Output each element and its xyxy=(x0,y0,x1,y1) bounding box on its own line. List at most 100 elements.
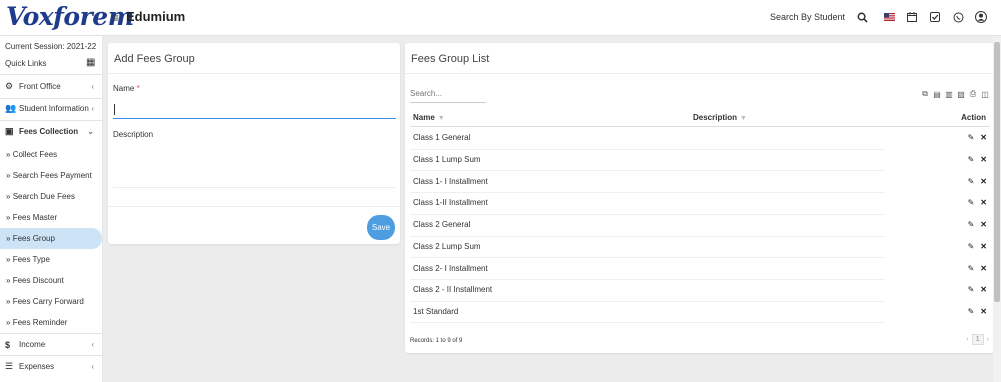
row-name: Class 1 Lump Sum xyxy=(413,155,481,165)
row-actions: ✎ ✕ xyxy=(968,198,987,207)
fees-icon: ▣ xyxy=(5,126,14,136)
add-fees-group-panel: Add Fees Group Name * Description Save xyxy=(108,43,400,244)
student-icon: 👥 xyxy=(5,103,17,113)
chevron-left-icon: ‹ xyxy=(91,340,94,349)
page-scrollbar[interactable] xyxy=(993,36,1001,382)
top-bar: Voxforem ≡ Edumium Search By Student Nam… xyxy=(0,0,1001,36)
delete-icon[interactable]: ✕ xyxy=(980,133,987,142)
column-header-action: Action xyxy=(961,113,986,122)
edit-icon[interactable]: ✎ xyxy=(968,264,975,273)
edit-icon[interactable]: ✎ xyxy=(968,155,975,164)
sidebar-item-fees-collection[interactable]: ▣ Fees Collection ⌄ xyxy=(0,121,102,142)
pdf-icon[interactable]: ▧ xyxy=(957,89,965,99)
app-name: Edumium xyxy=(126,9,186,24)
grid-icon[interactable]: ▦ xyxy=(86,57,95,68)
delete-icon[interactable]: ✕ xyxy=(980,285,987,294)
sidebar-item-income[interactable]: $ Income ‹ xyxy=(0,334,102,355)
sidebar-item-label: Fees Type xyxy=(12,255,50,264)
sidebar-item-label: Income xyxy=(19,340,46,349)
sidebar-item-front-office[interactable]: ⚙ Front Office ‹ xyxy=(0,76,102,97)
chevron-down-icon: ⌄ xyxy=(87,127,94,136)
edit-icon[interactable]: ✎ xyxy=(968,307,975,316)
print-icon[interactable]: ⎙ xyxy=(969,89,977,99)
sidebar-item-label: Collect Fees xyxy=(12,150,58,159)
chevron-left-icon: ‹ xyxy=(91,104,94,113)
excel-icon[interactable]: ▤ xyxy=(933,89,941,99)
double-chevron-icon: » xyxy=(6,276,11,285)
double-chevron-icon: » xyxy=(6,255,11,264)
sidebar-item-collect-fees[interactable]: » Collect Fees xyxy=(0,144,102,165)
flag-icon[interactable] xyxy=(881,9,897,25)
records-count: Records: 1 to 9 of 9 xyxy=(410,338,463,344)
sidebar-item-label: Fees Group xyxy=(12,234,55,243)
user-avatar-icon[interactable] xyxy=(973,9,989,25)
sidebar-item-fees-type[interactable]: » Fees Type xyxy=(0,249,102,270)
sidebar-item-student-information[interactable]: 👥 Student Information ‹ xyxy=(0,98,102,119)
whatsapp-icon[interactable] xyxy=(950,9,966,25)
edit-icon[interactable]: ✎ xyxy=(968,198,975,207)
sidebar-item-search-due-fees[interactable]: » Search Due Fees xyxy=(0,186,102,207)
description-label: Description xyxy=(113,130,154,139)
pagination: ‹ 1 › xyxy=(966,334,989,345)
sidebar-item-fees-reminder[interactable]: » Fees Reminder xyxy=(0,312,102,333)
menu-toggle-icon[interactable]: ≡ xyxy=(112,11,119,25)
sidebar-item-fees-carry-forward[interactable]: » Fees Carry Forward xyxy=(0,291,102,312)
sidebar-item-label: Fees Carry Forward xyxy=(12,297,84,306)
name-field[interactable] xyxy=(113,101,396,119)
sidebar-item-expenses[interactable]: ☰ Expenses ‹ xyxy=(0,356,102,377)
double-chevron-icon: » xyxy=(6,192,11,201)
sidebar-item-search-fees-payment[interactable]: » Search Fees Payment xyxy=(0,165,102,186)
chevron-left-icon: ‹ xyxy=(91,82,94,91)
row-name: Class 2 Lump Sum xyxy=(413,241,481,251)
delete-icon[interactable]: ✕ xyxy=(980,177,987,186)
description-field[interactable] xyxy=(113,187,395,188)
row-name: Class 1- I Installment xyxy=(413,176,488,186)
double-chevron-icon: » xyxy=(6,171,11,180)
delete-icon[interactable]: ✕ xyxy=(980,264,987,273)
divider xyxy=(0,74,102,75)
search-icon[interactable] xyxy=(854,9,870,25)
next-page-button[interactable]: › xyxy=(987,336,989,343)
edit-icon[interactable]: ✎ xyxy=(968,220,975,229)
column-header-name[interactable]: Name ▼ xyxy=(413,113,445,122)
double-chevron-icon: » xyxy=(6,297,11,306)
search-input[interactable] xyxy=(410,85,486,98)
save-button[interactable]: Save xyxy=(367,215,395,240)
delete-icon[interactable]: ✕ xyxy=(980,307,987,316)
export-toolbar: ⧉ ▤ ▥ ▧ ⎙ ◫ xyxy=(921,89,989,99)
sidebar-item-fees-group[interactable]: » Fees Group xyxy=(0,228,102,249)
sidebar-item-label: Search Due Fees xyxy=(12,192,75,201)
delete-icon[interactable]: ✕ xyxy=(980,242,987,251)
edit-icon[interactable]: ✎ xyxy=(968,133,975,142)
delete-icon[interactable]: ✕ xyxy=(980,198,987,207)
sidebar-item-fees-discount[interactable]: » Fees Discount xyxy=(0,270,102,291)
csv-icon[interactable]: ▥ xyxy=(945,89,953,99)
list-search[interactable] xyxy=(410,85,486,103)
delete-icon[interactable]: ✕ xyxy=(980,220,987,229)
table-row: Class 2 General ✎ ✕ xyxy=(410,214,990,236)
edit-icon[interactable]: ✎ xyxy=(968,285,975,294)
prev-page-button[interactable]: ‹ xyxy=(966,336,968,343)
double-chevron-icon: » xyxy=(6,150,11,159)
row-divider xyxy=(410,322,885,324)
scrollbar-thumb[interactable] xyxy=(994,42,1000,302)
quick-links-label[interactable]: Quick Links xyxy=(5,59,46,68)
sidebar-item-label: Search Fees Payment xyxy=(12,171,92,180)
student-search-input[interactable]: Search By Student Name xyxy=(770,12,848,22)
page-number-button[interactable]: 1 xyxy=(971,334,984,345)
sidebar-item-label: Fees Discount xyxy=(12,276,64,285)
required-mark: * xyxy=(136,84,140,93)
sort-icon: ▼ xyxy=(437,115,445,122)
delete-icon[interactable]: ✕ xyxy=(980,155,987,164)
columns-icon[interactable]: ◫ xyxy=(981,89,989,99)
sidebar-item-fees-master[interactable]: » Fees Master xyxy=(0,207,102,228)
row-actions: ✎ ✕ xyxy=(968,264,987,273)
column-header-description[interactable]: Description ▼ xyxy=(693,113,747,122)
check-square-icon[interactable] xyxy=(927,9,943,25)
edit-icon[interactable]: ✎ xyxy=(968,242,975,251)
edit-icon[interactable]: ✎ xyxy=(968,177,975,186)
calendar-icon[interactable] xyxy=(904,9,920,25)
copy-icon[interactable]: ⧉ xyxy=(921,89,929,99)
divider xyxy=(108,206,400,207)
row-name: Class 1-II Installment xyxy=(413,198,488,208)
